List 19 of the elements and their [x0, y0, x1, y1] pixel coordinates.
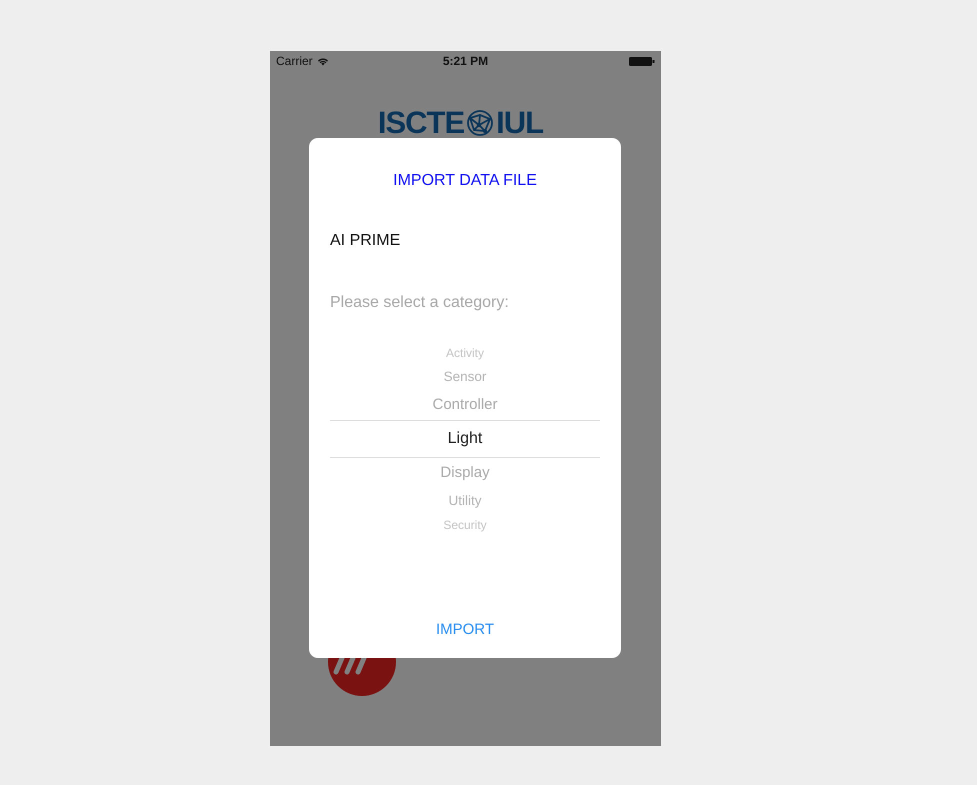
picker-item[interactable]: Security [330, 514, 600, 536]
logo-text: ISCTE [378, 107, 464, 139]
picker-item[interactable]: Display [330, 458, 600, 488]
battery-icon [629, 56, 655, 66]
logo-text: IUL [496, 107, 544, 139]
picker-item[interactable]: Activity [330, 342, 600, 364]
logo-mark-icon [328, 658, 396, 696]
globe-icon [466, 109, 494, 137]
carrier-label: Carrier [276, 54, 313, 68]
picker-item[interactable]: Utility [330, 488, 600, 514]
clock: 5:21 PM [442, 54, 488, 68]
picker-item[interactable]: Controller [330, 390, 600, 420]
wifi-icon [316, 56, 329, 66]
prompt-text: Please select a category: [330, 294, 510, 312]
dialog-title: IMPORT DATA FILE [392, 172, 538, 190]
picker-item[interactable]: Sensor [330, 364, 600, 390]
picker-item[interactable]: Light [330, 420, 600, 458]
import-button[interactable]: IMPORT [432, 619, 498, 640]
file-name: AI PRIME [330, 232, 402, 250]
